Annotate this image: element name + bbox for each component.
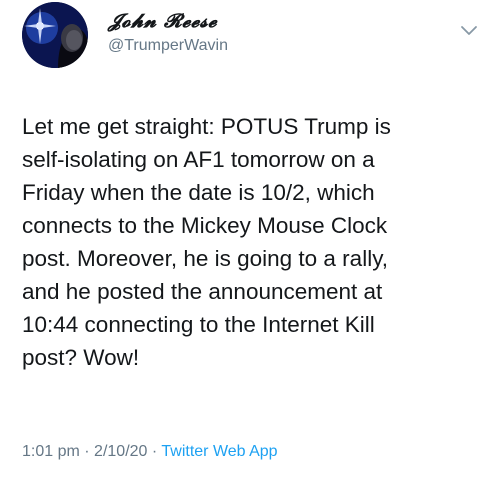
tweet-metadata: 1:01 pm · 2/10/20 · Twitter Web App	[22, 443, 278, 461]
tweet-text-line: post. Moreover, he is going to a rally,	[22, 246, 389, 271]
separator: ·	[84, 443, 90, 460]
tweet-text-line: connects to the Mickey Mouse Clock	[22, 213, 388, 238]
tweet-time[interactable]: 1:01 pm	[22, 443, 80, 460]
tweet-text-line: Let me get straight: POTUS Trump is	[22, 114, 391, 139]
separator: ·	[151, 443, 158, 460]
tweet-source-link[interactable]: Twitter Web App	[161, 443, 277, 460]
tweet-date[interactable]: 2/10/20	[94, 443, 147, 460]
tweet-card: 𝓙𝓸𝓱𝓷 𝓡𝓮𝓮𝓼𝓮 @TrumperWavin Let me get stra…	[0, 0, 500, 481]
avatar-image	[22, 2, 88, 68]
tweet-text-line: and he posted the announcement at	[22, 279, 383, 304]
chevron-down-icon[interactable]	[460, 24, 478, 36]
avatar[interactable]	[22, 2, 88, 68]
tweet-text-line: 10:44 connecting to the Internet Kill	[22, 312, 375, 337]
user-handle[interactable]: @TrumperWavin	[108, 37, 228, 55]
display-name[interactable]: 𝓙𝓸𝓱𝓷 𝓡𝓮𝓮𝓼𝓮	[108, 10, 217, 32]
tweet-text-line: post? Wow!	[22, 345, 140, 370]
tweet-text-line: self-isolating on AF1 tomorrow on a	[22, 147, 375, 172]
tweet-text: Let me get straight: POTUS Trump is self…	[22, 110, 488, 374]
tweet-text-line: Friday when the date is 10/2, which	[22, 180, 375, 205]
